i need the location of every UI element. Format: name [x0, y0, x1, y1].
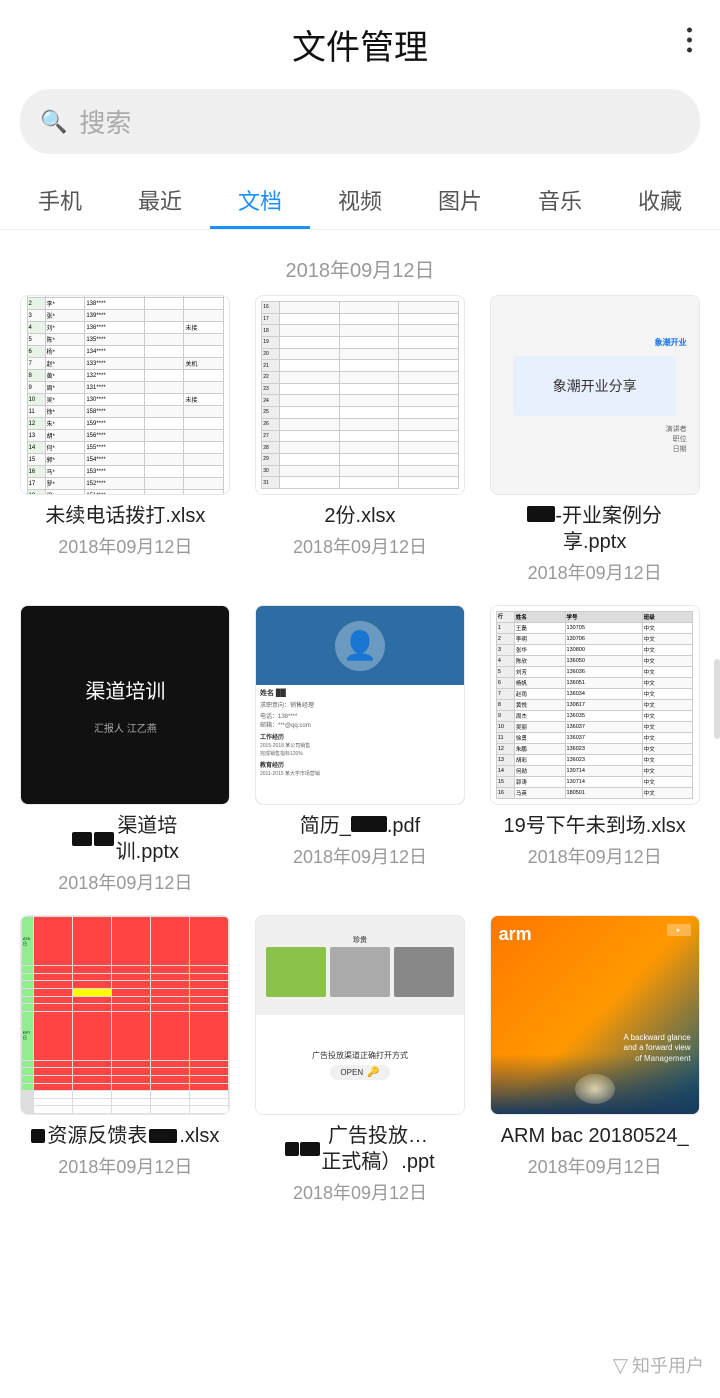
- file-thumbnail: 👤 姓名 ██ 求职意向：销售经理 电话：138**** 邮箱：***@qq.c…: [255, 605, 465, 805]
- file-name: ARM bac 20180524_: [501, 1123, 689, 1149]
- tab-video[interactable]: 视频: [310, 174, 410, 229]
- scroll-bar[interactable]: [714, 659, 720, 739]
- more-options-button[interactable]: [679, 19, 700, 60]
- search-bar[interactable]: 🔍 搜索: [20, 89, 700, 154]
- file-date: 2018年09月12日: [293, 843, 427, 869]
- file-thumbnail: AT6日 EP7日: [20, 915, 230, 1115]
- file-thumbnail: 渠道培训 汇报人 江乙燕: [20, 605, 230, 805]
- file-name: 19号下午未到场.xlsx: [504, 813, 686, 839]
- list-item[interactable]: 珍贵 广告投放渠道正确打开方式 OPEN 🔑: [251, 915, 470, 1205]
- file-name: 资源反馈表 .xlsx: [31, 1123, 219, 1149]
- search-icon: 🔍: [40, 109, 67, 135]
- file-thumbnail: arm ▸ A backward glanceand a forward vie…: [490, 915, 700, 1115]
- list-item[interactable]: arm ▸ A backward glanceand a forward vie…: [485, 915, 704, 1205]
- file-date: 2018年09月12日: [293, 1179, 427, 1205]
- tab-phone[interactable]: 手机: [10, 174, 110, 229]
- watermark-icon: ▽: [613, 1353, 628, 1378]
- list-item[interactable]: 行姓名学号班级 1王磊130705中文 2李明130706中文 3张华13080…: [485, 605, 704, 895]
- list-item[interactable]: 象潮开业 象潮开业分享 演讲者职位日期 -开业案例分享.pptx 2018年09…: [485, 295, 704, 585]
- nav-tabs: 手机 最近 文档 视频 图片 音乐 收藏: [0, 174, 720, 230]
- list-item[interactable]: 16 17 18 19 20 21 22 23 24 25 26 27 28 2…: [251, 295, 470, 585]
- file-thumbnail: 象潮开业 象潮开业分享 演讲者职位日期: [490, 295, 700, 495]
- file-name: -开业案例分享.pptx: [527, 503, 662, 555]
- file-thumbnail: 行姓名学号班级 1王磊130705中文 2李明130706中文 3张华13080…: [490, 605, 700, 805]
- app-header: 文件管理: [0, 0, 720, 79]
- section-date-1: 2018年09月12日: [0, 246, 720, 295]
- file-name: 广告投放…正式稿）.ppt: [285, 1123, 434, 1175]
- file-date: 2018年09月12日: [293, 533, 427, 559]
- file-date: 2018年09月12日: [58, 533, 192, 559]
- file-grid-1: ABCD 序姓名电话状态备注 1王*137**** 2李*138**** 3张*…: [0, 295, 720, 585]
- file-grid-2: 渠道培训 汇报人 江乙燕 渠道培训.pptx 2018年09月12日 👤 姓名 …: [0, 605, 720, 895]
- file-date: 2018年09月12日: [58, 869, 192, 895]
- file-name: 简历_ .pdf: [300, 813, 420, 839]
- file-thumbnail: 16 17 18 19 20 21 22 23 24 25 26 27 28 2…: [255, 295, 465, 495]
- tab-recent[interactable]: 最近: [110, 174, 210, 229]
- list-item[interactable]: ABCD 序姓名电话状态备注 1王*137**** 2李*138**** 3张*…: [16, 295, 235, 585]
- list-item[interactable]: AT6日 EP7日: [16, 915, 235, 1205]
- file-thumbnail: 珍贵 广告投放渠道正确打开方式 OPEN 🔑: [255, 915, 465, 1115]
- file-date: 2018年09月12日: [528, 843, 662, 869]
- tab-docs[interactable]: 文档: [210, 174, 310, 229]
- watermark: ▽ 知乎用户: [613, 1352, 704, 1378]
- file-date: 2018年09月12日: [528, 1153, 662, 1179]
- file-name: 未续电话拨打.xlsx: [45, 503, 205, 529]
- watermark-text: 知乎用户: [632, 1352, 704, 1378]
- page-title: 文件管理: [292, 20, 428, 69]
- file-date: 2018年09月12日: [528, 559, 662, 585]
- list-item[interactable]: 渠道培训 汇报人 江乙燕 渠道培训.pptx 2018年09月12日: [16, 605, 235, 895]
- tab-favorites[interactable]: 收藏: [610, 174, 710, 229]
- file-date: 2018年09月12日: [58, 1153, 192, 1179]
- file-name: 2份.xlsx: [324, 503, 395, 529]
- list-item[interactable]: 👤 姓名 ██ 求职意向：销售经理 电话：138**** 邮箱：***@qq.c…: [251, 605, 470, 895]
- search-placeholder: 搜索: [79, 103, 131, 140]
- tab-images[interactable]: 图片: [410, 174, 510, 229]
- file-thumbnail: ABCD 序姓名电话状态备注 1王*137**** 2李*138**** 3张*…: [20, 295, 230, 495]
- file-grid-3: AT6日 EP7日: [0, 915, 720, 1205]
- tab-music[interactable]: 音乐: [510, 174, 610, 229]
- file-name: 渠道培训.pptx: [72, 813, 179, 865]
